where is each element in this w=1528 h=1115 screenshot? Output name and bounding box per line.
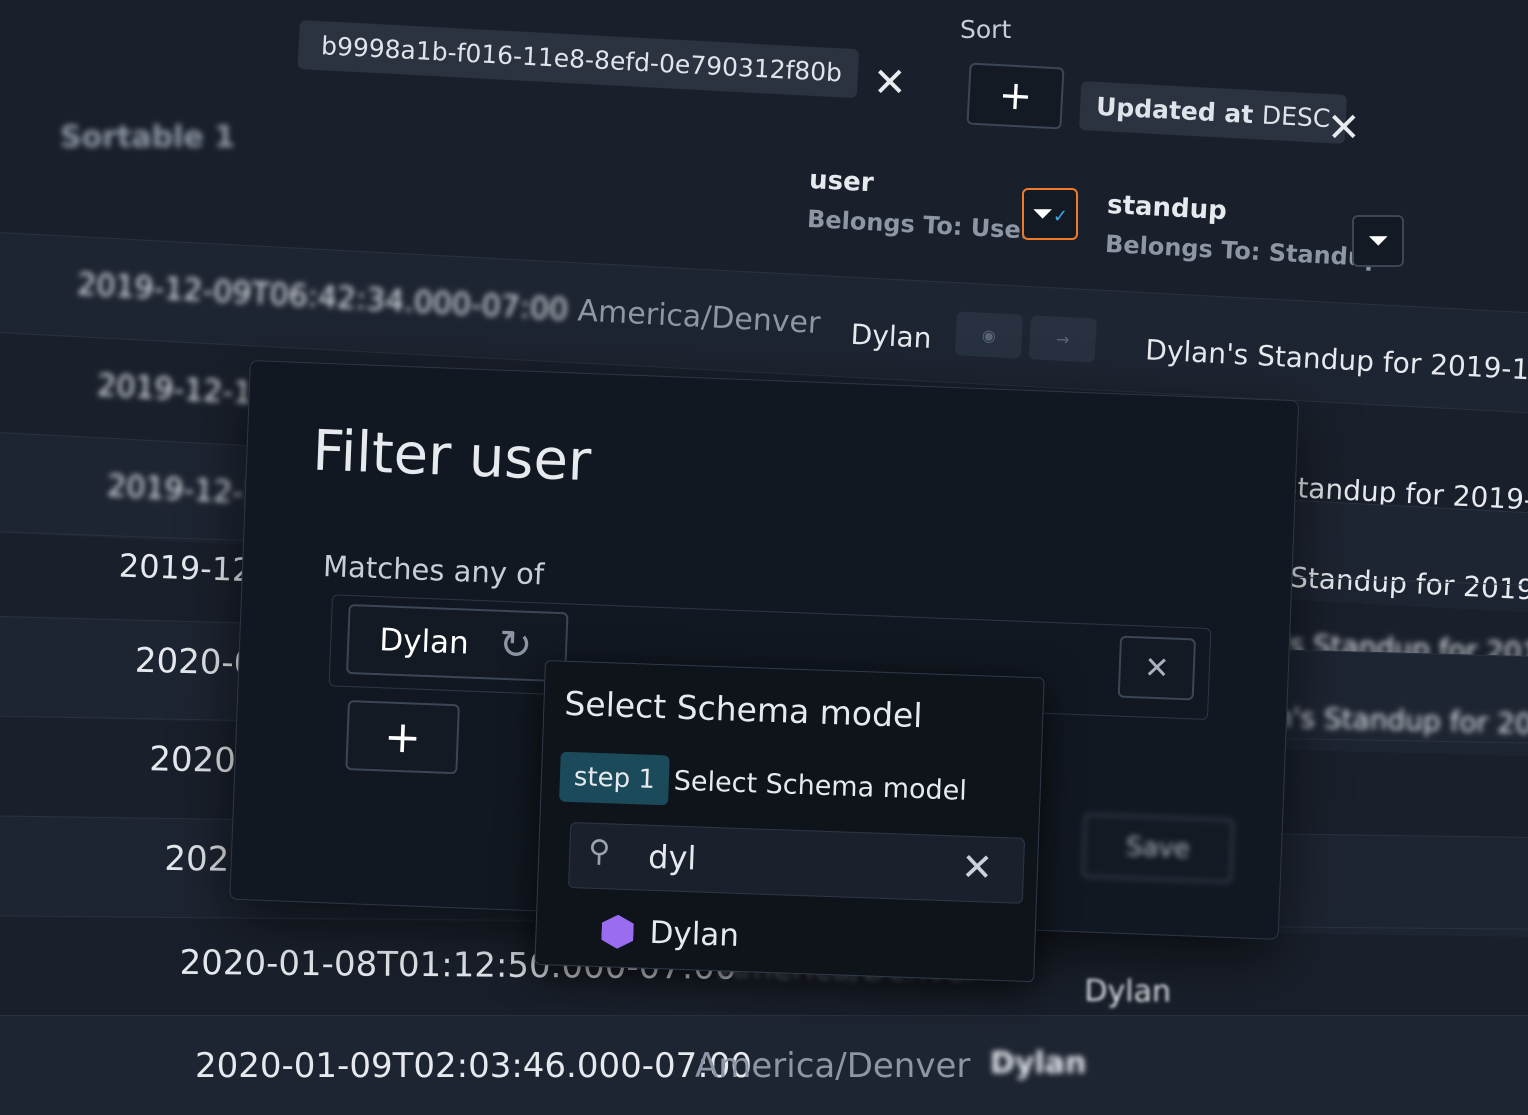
remove-sort-icon[interactable]: ✕ <box>1327 105 1361 151</box>
add-sort-button[interactable]: + <box>966 62 1065 130</box>
search-icon: ⚲ <box>587 833 611 870</box>
step-label: Select Schema model <box>673 765 968 807</box>
arrow-right-icon[interactable]: → <box>1028 315 1097 363</box>
user-filter-active-button[interactable]: ⏷✓ <box>1022 188 1078 240</box>
search-field[interactable]: ⚲ dyl ✕ <box>568 821 1026 904</box>
select-schema-popover: Select Schema model step 1 Select Schema… <box>534 660 1045 983</box>
model-icon <box>601 914 634 949</box>
step-badge: step 1 <box>559 751 670 806</box>
result-item[interactable]: Dylan <box>601 913 740 954</box>
clear-search-icon[interactable]: ✕ <box>960 845 993 890</box>
save-button[interactable]: Save <box>1081 813 1235 884</box>
view-icon[interactable]: ◉ <box>954 311 1024 359</box>
column-standup: standup Belongs To: Standup <box>1104 190 1383 273</box>
refresh-icon[interactable]: ↻ <box>498 622 533 669</box>
id-filter: b9998a1b-f016-11e8-8efd-0e790312f80b <box>297 20 860 99</box>
popover-title: Select Schema model <box>563 683 924 736</box>
table-row[interactable]: 2020-01-09T02:03:46.000-07:00 America/Den… <box>0 1015 1528 1115</box>
add-value-button[interactable]: + <box>345 700 460 775</box>
filter-check-icon: ⏷✓ <box>1032 198 1068 229</box>
selected-chip[interactable]: Dylan ↻ <box>346 603 569 683</box>
modal-title: Filter user <box>311 418 593 495</box>
id-filter-chip[interactable]: b9998a1b-f016-11e8-8efd-0e790312f80b <box>297 20 860 99</box>
remove-id-filter-icon[interactable]: ✕ <box>873 60 907 106</box>
sort-label: Sort <box>960 15 1012 44</box>
sort-chip[interactable]: Updated at DESC <box>1078 81 1348 144</box>
filter-icon: ⏷ <box>1367 225 1389 256</box>
blurred-header: Sortable 1 <box>60 120 236 155</box>
column-user: user Belongs To: User <box>806 165 1034 245</box>
matches-label: Matches any of <box>322 548 545 592</box>
row-user: Dylan <box>1084 973 1172 1010</box>
search-input[interactable]: dyl <box>648 838 697 878</box>
clear-field-icon[interactable]: ✕ <box>1117 635 1197 701</box>
standup-filter-button[interactable]: ⏷ <box>1352 215 1404 267</box>
